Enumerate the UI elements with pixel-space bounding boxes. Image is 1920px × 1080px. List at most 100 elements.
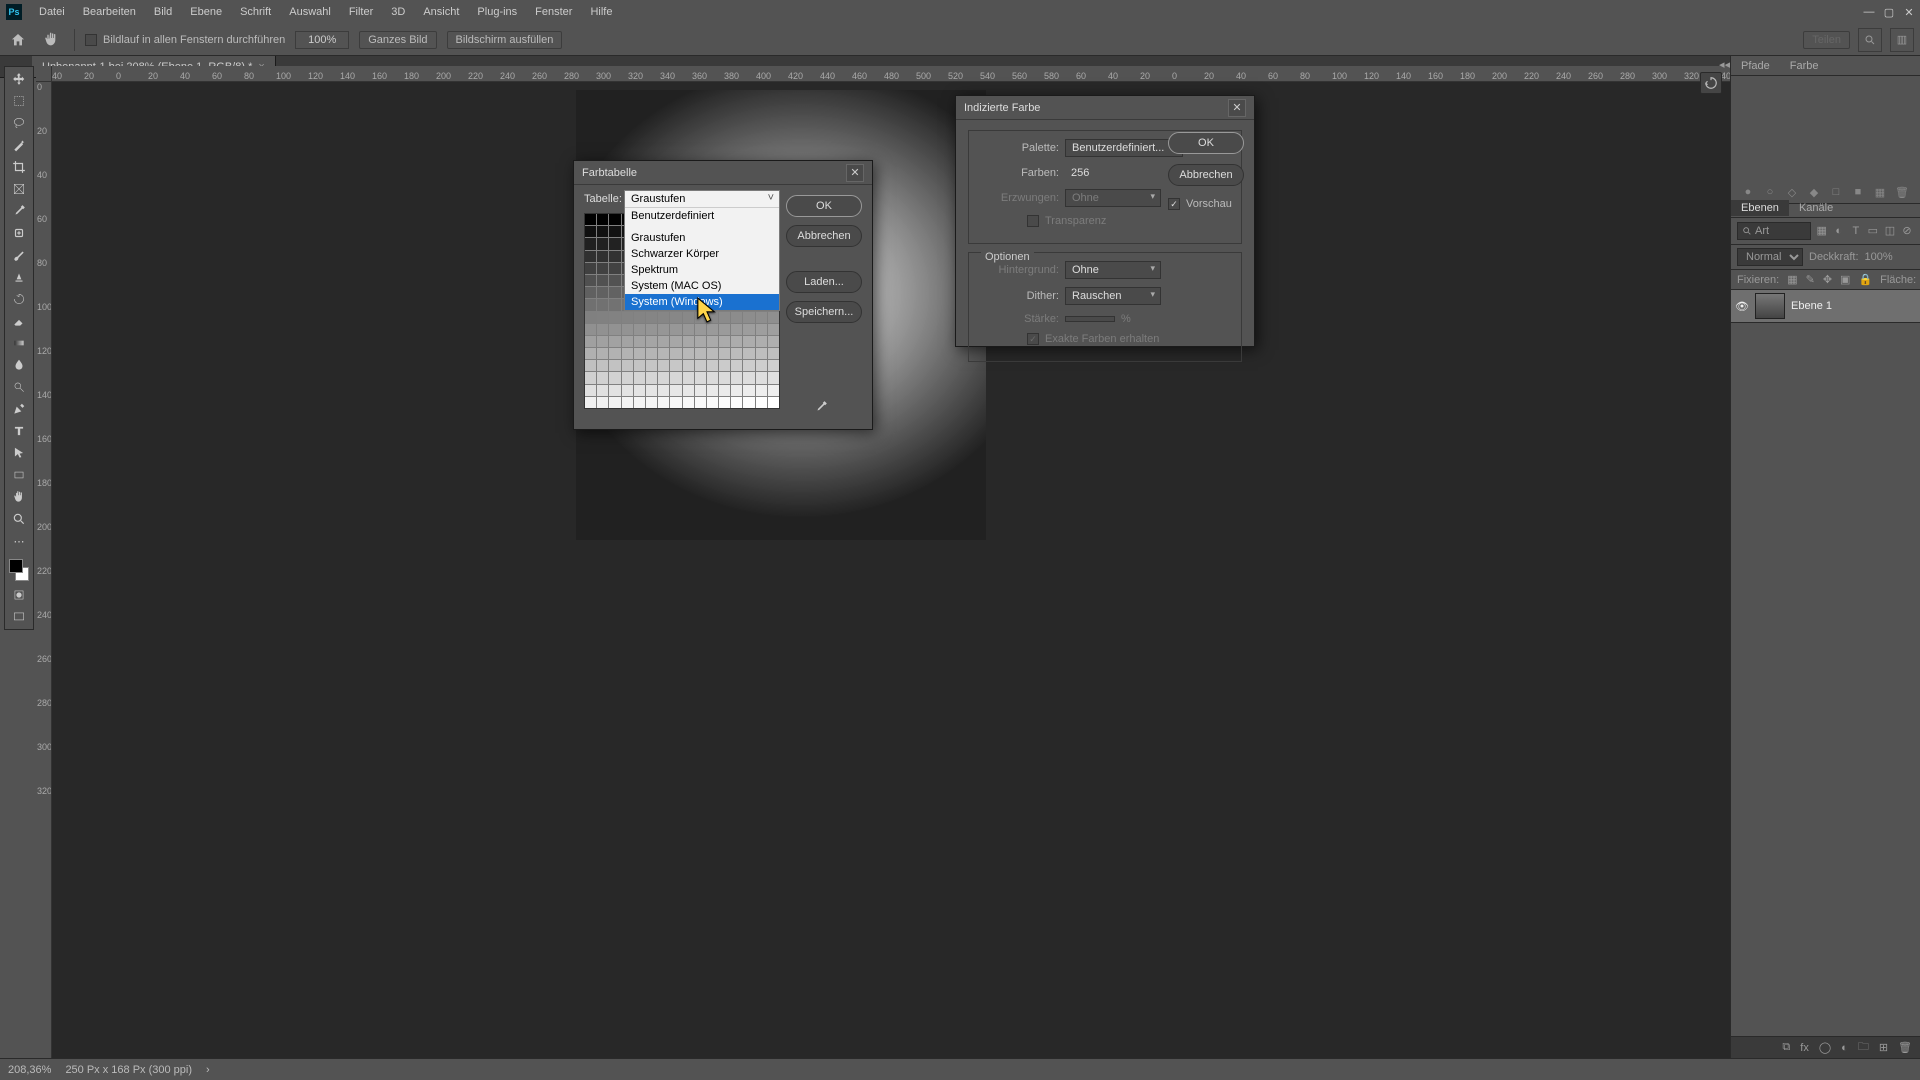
color-swatch[interactable] — [646, 360, 657, 371]
scroll-all-checkbox[interactable]: Bildlauf in allen Fenstern durchführen — [85, 34, 285, 46]
window-minimize-icon[interactable]: — — [1862, 5, 1876, 19]
history-brush-tool-icon[interactable] — [6, 289, 32, 309]
link-layers-icon[interactable]: ⧉ — [1782, 1041, 1790, 1054]
color-swatch[interactable] — [585, 360, 596, 371]
trash-small-icon[interactable]: 🗑 — [1895, 185, 1909, 199]
color-swatch[interactable] — [768, 324, 779, 335]
color-swatch[interactable] — [683, 312, 694, 323]
color-swatch[interactable] — [634, 312, 645, 323]
color-swatch[interactable] — [597, 214, 608, 225]
color-swatch[interactable] — [597, 287, 608, 298]
color-swatch[interactable] — [756, 312, 767, 323]
color-swatch[interactable] — [597, 397, 608, 408]
color-swatch[interactable] — [658, 324, 669, 335]
menu-3d[interactable]: 3D — [382, 6, 414, 18]
color-swatch[interactable] — [646, 312, 657, 323]
color-swatch[interactable] — [743, 348, 754, 359]
color-swatch[interactable] — [707, 397, 718, 408]
color-swatch[interactable] — [634, 372, 645, 383]
color-swatch[interactable] — [731, 348, 742, 359]
layer-mask-icon[interactable]: ◯ — [1819, 1041, 1831, 1054]
lasso-tool-icon[interactable] — [6, 113, 32, 133]
menu-ebene[interactable]: Ebene — [181, 6, 231, 18]
color-swatch[interactable] — [646, 336, 657, 347]
color-swatch[interactable] — [756, 397, 767, 408]
color-swatch[interactable] — [670, 397, 681, 408]
color-swatch[interactable] — [756, 360, 767, 371]
color-swatch[interactable] — [585, 287, 596, 298]
hand-tool-icon[interactable] — [40, 28, 64, 52]
menu-datei[interactable]: Datei — [30, 6, 74, 18]
color-swatch[interactable] — [658, 312, 669, 323]
color-swatch[interactable] — [683, 324, 694, 335]
color-swatch[interactable] — [756, 324, 767, 335]
color-swatch[interactable] — [719, 385, 730, 396]
color-table-cancel-button[interactable]: Abbrechen — [786, 225, 862, 247]
filter-toggle-icon[interactable]: ⊘ — [1900, 224, 1914, 238]
color-swatch[interactable] — [585, 397, 596, 408]
layer-filter-search[interactable]: Art — [1737, 222, 1811, 240]
color-swatch[interactable] — [743, 324, 754, 335]
color-swatch[interactable] — [707, 336, 718, 347]
layer-style-icon[interactable]: fx — [1800, 1042, 1809, 1054]
color-swatch[interactable] — [719, 312, 730, 323]
menu-schrift[interactable]: Schrift — [231, 6, 280, 18]
color-swatch[interactable] — [634, 360, 645, 371]
indexed-cancel-button[interactable]: Abbrechen — [1168, 164, 1244, 186]
dropdown-option[interactable]: Graustufen — [625, 230, 779, 246]
color-swatch[interactable] — [719, 360, 730, 371]
preview-checkbox[interactable]: ✓ Vorschau — [1168, 198, 1244, 210]
home-button[interactable] — [6, 28, 30, 52]
color-swatch[interactable] — [585, 385, 596, 396]
lock-all-icon[interactable]: 🔒 — [1858, 273, 1872, 286]
color-swatch[interactable] — [597, 238, 608, 249]
collapse-panels-icon[interactable]: ◂◂ — [1719, 58, 1730, 71]
screen-mode-icon[interactable] — [6, 607, 32, 627]
menu-fenster[interactable]: Fenster — [526, 6, 581, 18]
edit-toolbar-icon[interactable]: ⋯ — [6, 531, 32, 551]
fill-screen-button[interactable]: Bildschirm ausfüllen — [447, 31, 563, 49]
color-swatch[interactable] — [731, 397, 742, 408]
square-fill-icon[interactable]: ■ — [1851, 185, 1865, 199]
filter-smart-icon[interactable]: ◫ — [1883, 224, 1897, 238]
hand-tool-toolbox-icon[interactable] — [6, 487, 32, 507]
path-selection-tool-icon[interactable] — [6, 443, 32, 463]
color-swatch[interactable] — [585, 251, 596, 262]
circle-outline-icon[interactable]: ○ — [1763, 185, 1777, 199]
square-outline-icon[interactable]: □ — [1829, 185, 1843, 199]
color-swatch[interactable] — [768, 397, 779, 408]
color-swatch[interactable] — [658, 397, 669, 408]
menu-bearbeiten[interactable]: Bearbeiten — [74, 6, 145, 18]
color-swatch[interactable] — [597, 372, 608, 383]
history-panel-icon[interactable] — [1700, 72, 1722, 94]
menu-bild[interactable]: Bild — [145, 6, 181, 18]
color-swatch[interactable] — [719, 372, 730, 383]
indexed-ok-button[interactable]: OK — [1168, 132, 1244, 154]
color-swatch[interactable] — [597, 312, 608, 323]
color-swatch[interactable] — [670, 348, 681, 359]
color-swatch[interactable] — [743, 397, 754, 408]
tab-color[interactable]: Farbe — [1780, 58, 1829, 74]
color-swatch[interactable] — [622, 348, 633, 359]
color-swatch[interactable] — [622, 360, 633, 371]
color-swatch[interactable] — [756, 385, 767, 396]
colors-value[interactable]: 256 — [1065, 165, 1115, 181]
zoom-tool-icon[interactable] — [6, 509, 32, 529]
color-swatch[interactable] — [695, 336, 706, 347]
color-table-close-icon[interactable]: ✕ — [846, 164, 864, 182]
color-swatch[interactable] — [743, 336, 754, 347]
color-swatch[interactable] — [670, 312, 681, 323]
table-dropdown-current[interactable]: Graustufen — [625, 191, 779, 208]
color-swatch[interactable] — [622, 324, 633, 335]
move-tool-icon[interactable] — [6, 69, 32, 89]
color-swatch[interactable] — [609, 385, 620, 396]
color-table-ok-button[interactable]: OK — [786, 195, 862, 217]
color-swatch[interactable] — [597, 299, 608, 310]
color-swatch[interactable] — [609, 312, 620, 323]
color-swatch[interactable] — [768, 385, 779, 396]
brush-tool-icon[interactable] — [6, 245, 32, 265]
color-swatch[interactable] — [743, 360, 754, 371]
color-swatch[interactable] — [768, 336, 779, 347]
color-swatch[interactable] — [719, 324, 730, 335]
color-swatch[interactable] — [719, 397, 730, 408]
